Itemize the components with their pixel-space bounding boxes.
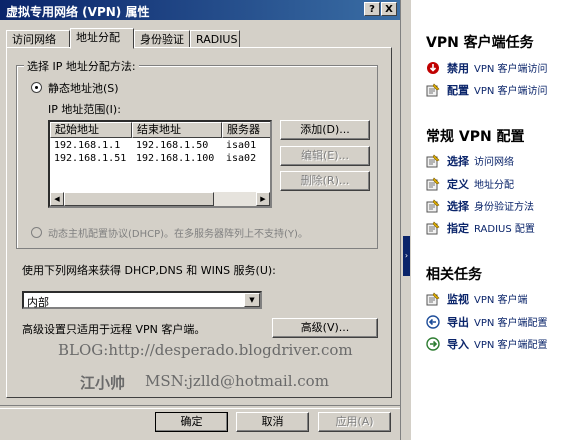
cell-server: isa01 bbox=[226, 140, 257, 151]
task-verb[interactable]: 配置 bbox=[447, 82, 469, 98]
dialog-title: 虚拟专用网络 (VPN) 属性 bbox=[6, 5, 150, 19]
advanced-button[interactable]: 高级(V)... bbox=[272, 318, 378, 338]
configure-icon bbox=[426, 83, 440, 97]
export-icon bbox=[426, 315, 440, 329]
cell-start: 192.168.1.1 bbox=[54, 140, 121, 151]
column-server[interactable]: 服务器 bbox=[222, 122, 270, 138]
task-verb[interactable]: 导入 bbox=[447, 336, 469, 352]
group-label: 选择 IP 地址分配方法: bbox=[24, 58, 139, 74]
column-end[interactable]: 结束地址 bbox=[132, 122, 222, 138]
task-verb[interactable]: 定义 bbox=[447, 176, 469, 192]
vpn-properties-dialog: 虚拟专用网络 (VPN) 属性 ? X 访问网络 地址分配 身份验证 RADIU… bbox=[0, 0, 400, 440]
network-select-value: 内部 bbox=[27, 296, 49, 309]
task-object[interactable]: VPN 客户端 bbox=[474, 291, 528, 306]
static-pool-radio[interactable] bbox=[31, 82, 42, 93]
cancel-button[interactable]: 取消 bbox=[236, 412, 309, 432]
section-title-general-vpn-config: 常规 VPN 配置 bbox=[426, 129, 525, 145]
task-verb[interactable]: 指定 bbox=[447, 220, 469, 236]
section-title-vpn-client-tasks: VPN 客户端任务 bbox=[426, 35, 534, 51]
cell-end: 192.168.1.100 bbox=[136, 153, 215, 164]
task-object[interactable]: VPN 客户端访问 bbox=[474, 60, 548, 75]
task-verb[interactable]: 监视 bbox=[447, 291, 469, 307]
cell-start: 192.168.1.51 bbox=[54, 153, 127, 164]
task-object[interactable]: VPN 客户端访问 bbox=[474, 82, 548, 97]
close-button[interactable]: X bbox=[381, 2, 397, 16]
task-object[interactable]: 身份验证方法 bbox=[474, 198, 534, 213]
add-button[interactable]: 添加(D)... bbox=[280, 120, 370, 140]
import-icon bbox=[426, 337, 440, 351]
ok-button[interactable]: 确定 bbox=[155, 412, 228, 432]
edit-button[interactable]: 编辑(E)... bbox=[280, 146, 370, 166]
scroll-left-icon[interactable]: ◀ bbox=[50, 192, 64, 206]
section-title-related-tasks: 相关任务 bbox=[426, 267, 482, 283]
task-pane: VPN 客户端任务 禁用 VPN 客户端访问 配置 VPN 客户端访问 常规 V… bbox=[411, 0, 575, 440]
task-object[interactable]: RADIUS 配置 bbox=[474, 220, 535, 235]
task-verb[interactable]: 选择 bbox=[447, 198, 469, 214]
scroll-thumb[interactable] bbox=[64, 192, 214, 206]
task-icon bbox=[426, 177, 440, 191]
network-select[interactable]: 内部 ▼ bbox=[22, 291, 262, 309]
network-label: 使用下列网络来获得 DHCP,DNS 和 WINS 服务(U): bbox=[22, 264, 276, 277]
ip-range-label: IP 地址范围(I): bbox=[48, 103, 121, 116]
help-button[interactable]: ? bbox=[364, 2, 380, 16]
task-verb[interactable]: 选择 bbox=[447, 153, 469, 169]
cell-server: isa02 bbox=[226, 153, 257, 164]
watermark-author: 江小帅 bbox=[80, 374, 126, 392]
watermark-blog: BLOG:http://desperado.blogdriver.com bbox=[58, 341, 353, 359]
column-start[interactable]: 起始地址 bbox=[50, 122, 132, 138]
tab-address-assignment[interactable]: 地址分配 bbox=[70, 28, 134, 49]
dhcp-label[interactable]: 动态主机配置协议(DHCP)。在多服务器阵列上不支持(Y)。 bbox=[48, 225, 308, 240]
task-icon bbox=[426, 154, 440, 168]
task-object[interactable]: VPN 客户端配置 bbox=[474, 314, 548, 329]
static-pool-label[interactable]: 静态地址池(S) bbox=[48, 80, 119, 96]
task-icon bbox=[426, 199, 440, 213]
watermark-msn: MSN:jzlld@hotmail.com bbox=[145, 372, 329, 390]
task-object[interactable]: 地址分配 bbox=[474, 176, 514, 191]
delete-button[interactable]: 删除(R)... bbox=[280, 171, 370, 191]
task-verb[interactable]: 禁用 bbox=[447, 60, 469, 76]
chevron-down-icon[interactable]: ▼ bbox=[244, 293, 260, 307]
tab-authentication[interactable]: 身份验证 bbox=[134, 30, 190, 48]
cell-end: 192.168.1.50 bbox=[136, 140, 209, 151]
monitor-icon bbox=[426, 292, 440, 306]
task-verb[interactable]: 导出 bbox=[447, 314, 469, 330]
horizontal-scrollbar[interactable]: ◀ ▶ bbox=[50, 192, 270, 206]
collapse-arrow-icon[interactable]: › bbox=[403, 236, 410, 276]
scroll-right-icon[interactable]: ▶ bbox=[256, 192, 270, 206]
disable-icon bbox=[426, 61, 440, 75]
task-object[interactable]: 访问网络 bbox=[474, 153, 514, 168]
ip-range-list[interactable]: 起始地址 结束地址 服务器 192.168.1.1 192.168.1.50 i… bbox=[48, 120, 272, 208]
tab-radius[interactable]: RADIUS bbox=[190, 30, 240, 48]
tab-access-networks[interactable]: 访问网络 bbox=[6, 30, 70, 48]
advanced-label: 高级设置只适用于远程 VPN 客户端。 bbox=[22, 323, 206, 336]
pane-splitter[interactable]: › bbox=[400, 0, 411, 440]
title-bar[interactable]: 虚拟专用网络 (VPN) 属性 ? X bbox=[0, 0, 400, 20]
apply-button[interactable]: 应用(A) bbox=[318, 412, 391, 432]
task-object[interactable]: VPN 客户端配置 bbox=[474, 336, 548, 351]
dhcp-radio[interactable] bbox=[31, 227, 42, 238]
separator bbox=[0, 405, 400, 409]
task-icon bbox=[426, 221, 440, 235]
